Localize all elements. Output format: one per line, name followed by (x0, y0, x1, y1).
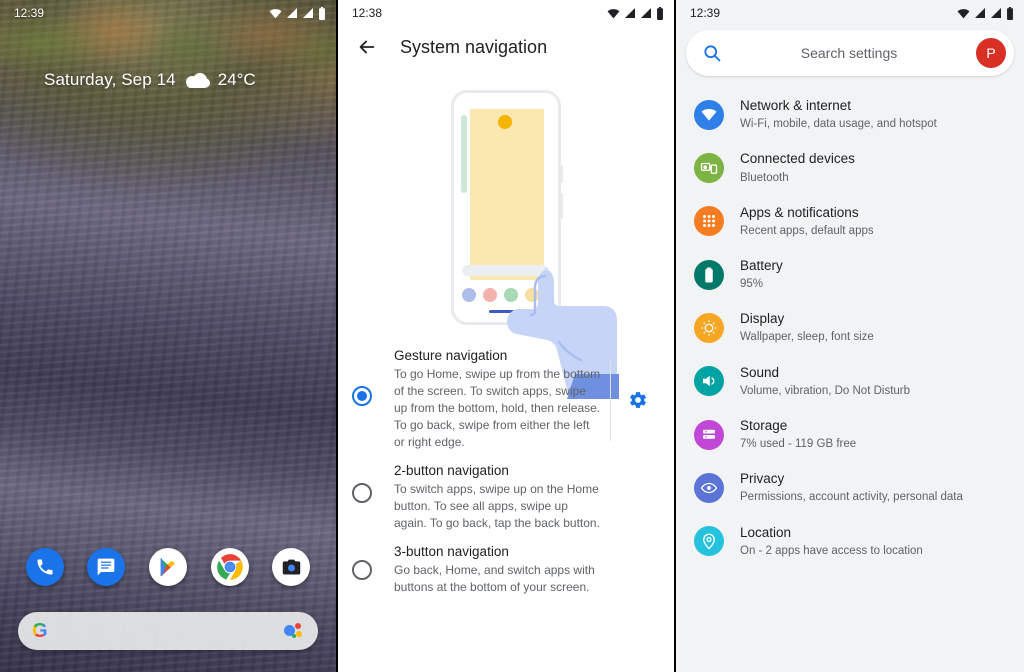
settings-item-subtitle: Bluetooth (740, 171, 789, 184)
settings-item-title: Display (740, 311, 785, 327)
status-time: 12:38 (352, 6, 383, 20)
privacy-eye-icon (694, 472, 724, 503)
settings-item-display[interactable]: Display Wallpaper, sleep, font size (676, 301, 1024, 354)
status-bar-settings: 12:39 (676, 0, 1024, 26)
search-icon[interactable] (702, 43, 722, 63)
navigation-app-bar: System navigation (338, 26, 674, 72)
brightness-icon (694, 312, 724, 343)
widget-temperature: 24°C (217, 70, 256, 89)
settings-item-subtitle: Volume, vibration, Do Not Disturb (740, 384, 911, 397)
battery-icon (694, 259, 724, 290)
settings-item-subtitle: 7% used - 119 GB free (740, 438, 857, 451)
navigation-options-list: Gesture navigation To go Home, swipe up … (338, 342, 674, 602)
avatar[interactable]: P (976, 38, 1006, 68)
settings-item-privacy[interactable]: Privacy Permissions, account activity, p… (676, 461, 1024, 514)
settings-item-title: Storage (740, 417, 788, 433)
back-arrow-icon[interactable] (356, 36, 378, 58)
dock (0, 548, 336, 586)
settings-item-title: Connected devices (740, 151, 855, 167)
signal-icon (287, 8, 297, 18)
option-title: Gesture navigation (394, 348, 508, 363)
settings-item-sound[interactable]: Sound Volume, vibration, Do Not Disturb (676, 355, 1024, 408)
settings-item-title: Apps & notifications (740, 204, 859, 220)
radio-gesture-navigation[interactable] (352, 386, 372, 406)
dock-icon-camera[interactable] (272, 548, 311, 586)
weather-widget[interactable]: Saturday, Sep 14 24°C (0, 70, 336, 90)
option-title: 3-button navigation (394, 544, 509, 560)
settings-item-title: Privacy (740, 471, 785, 487)
dock-icon-phone[interactable] (25, 548, 64, 586)
signal-icon (625, 8, 635, 18)
cloud-icon (185, 72, 210, 88)
radio-3-button-navigation[interactable] (352, 560, 372, 581)
status-time: 12:39 (14, 6, 45, 20)
google-search-pill[interactable]: G (18, 612, 318, 650)
gesture-settings-button[interactable] (610, 358, 664, 442)
widget-date: Saturday, Sep 14 (44, 70, 176, 89)
settings-item-subtitle: Recent apps, default apps (740, 224, 874, 237)
three-panel-screenshot: 12:39 Saturday, Sep 14 24°C G 12:38 Syst… (0, 0, 1024, 672)
location-pin-icon (694, 526, 724, 557)
battery-icon (657, 6, 663, 20)
settings-item-network-internet[interactable]: Network & internet Wi-Fi, mobile, data u… (676, 88, 1024, 141)
settings-item-battery[interactable]: Battery 95% (676, 248, 1024, 301)
settings-item-apps-notifications[interactable]: Apps & notifications Recent apps, defaul… (676, 195, 1024, 248)
panel-settings: 12:39 Search settings P Network & intern… (676, 0, 1024, 672)
settings-item-subtitle: Wallpaper, sleep, font size (740, 331, 874, 344)
signal-icon (975, 8, 985, 18)
status-bar-navigation: 12:38 (338, 0, 674, 26)
search-input[interactable]: Search settings (722, 45, 976, 61)
signal-icon (991, 8, 1001, 18)
apps-grid-icon (694, 206, 724, 237)
option-spacer (610, 554, 664, 586)
settings-item-title: Location (740, 524, 792, 540)
page-title: System navigation (400, 36, 548, 57)
option-description: To go Home, swipe up from the bottom of … (394, 367, 601, 450)
settings-item-subtitle: 95% (740, 278, 764, 291)
volume-icon (694, 366, 724, 397)
battery-icon (319, 6, 325, 20)
signal-icon (641, 8, 651, 18)
settings-item-location[interactable]: Location On - 2 apps have access to loca… (676, 515, 1024, 568)
connected-devices-icon (694, 152, 724, 183)
option-2-button-navigation[interactable]: 2-button navigation To switch apps, swip… (338, 457, 674, 538)
wifi-icon (694, 99, 724, 130)
wifi-icon (957, 8, 970, 18)
settings-item-title: Battery (740, 257, 783, 273)
battery-icon (1007, 6, 1013, 20)
signal-icon (303, 8, 313, 18)
settings-list: Network & internet Wi-Fi, mobile, data u… (676, 88, 1024, 568)
dock-icon-play-store[interactable] (148, 548, 187, 586)
panel-home-screen: 12:39 Saturday, Sep 14 24°C G (0, 0, 336, 672)
option-3-button-navigation[interactable]: 3-button navigation Go back, Home, and s… (338, 538, 674, 602)
settings-item-title: Sound (740, 364, 780, 380)
assistant-icon[interactable] (284, 623, 304, 639)
option-spacer (610, 473, 664, 522)
radio-2-button-navigation[interactable] (352, 483, 372, 504)
google-g-logo: G (32, 620, 48, 642)
settings-item-storage[interactable]: Storage 7% used - 119 GB free (676, 408, 1024, 461)
panel-system-navigation: 12:38 System navigation Gesture navigati… (336, 0, 676, 672)
dock-icon-chrome[interactable] (210, 548, 249, 586)
gear-icon[interactable] (628, 390, 648, 410)
gesture-navigation-illustration (338, 72, 674, 399)
status-time: 12:39 (690, 6, 721, 20)
status-bar-home: 12:39 (0, 0, 336, 26)
option-description: To switch apps, swipe up on the Home but… (394, 482, 600, 531)
settings-item-connected-devices[interactable]: Connected devices Bluetooth (676, 141, 1024, 194)
settings-item-subtitle: On - 2 apps have access to location (740, 544, 923, 557)
option-gesture-navigation[interactable]: Gesture navigation To go Home, swipe up … (338, 342, 674, 457)
settings-item-subtitle: Wi-Fi, mobile, data usage, and hotspot (740, 118, 937, 131)
option-description: Go back, Home, and switch apps with butt… (394, 563, 595, 595)
storage-icon (694, 419, 724, 450)
settings-item-title: Network & internet (740, 98, 852, 113)
wifi-icon (607, 8, 620, 18)
settings-item-subtitle: Permissions, account activity, personal … (740, 491, 963, 504)
search-settings-bar[interactable]: Search settings P (686, 30, 1014, 76)
dock-icon-messages[interactable] (87, 548, 126, 586)
wifi-icon (269, 8, 282, 18)
option-title: 2-button navigation (394, 463, 509, 479)
